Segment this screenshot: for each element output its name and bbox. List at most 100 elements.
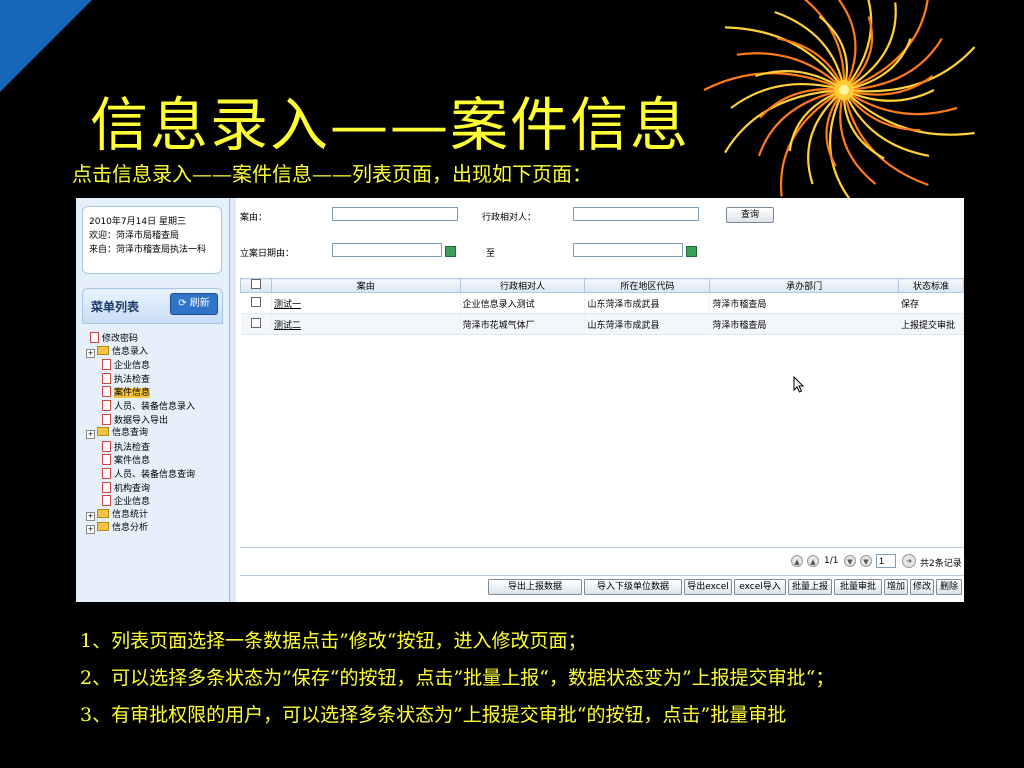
expand-toggle-icon[interactable]: + xyxy=(86,348,95,358)
page-icon xyxy=(102,372,111,384)
menu-item[interactable]: + 信息录入 xyxy=(86,345,195,360)
date-from-input[interactable] xyxy=(332,243,442,257)
folder-icon xyxy=(97,508,109,518)
next-page-icon[interactable]: ▼ xyxy=(844,555,856,567)
row-checkbox[interactable] xyxy=(250,296,261,307)
col-header-status[interactable]: 状态标准 xyxy=(897,278,964,293)
page-icon xyxy=(90,332,99,343)
party-label: 行政相对人： xyxy=(482,213,537,223)
table-row[interactable]: 测试二 菏泽市花城气体厂 山东菏泽市成武县 菏泽市稽查局 上报提交审批 xyxy=(240,313,964,335)
action-button[interactable]: 增加 xyxy=(884,579,908,595)
menu-item-label: 执法检查 xyxy=(114,374,151,385)
note-1: 1、列表页面选择一条数据点击”修改“按钮，进入修改页面； xyxy=(80,630,587,652)
mouse-cursor-icon xyxy=(793,376,805,393)
slide-subtitle: 点击信息录入——案件信息——列表页面，出现如下页面： xyxy=(72,162,592,186)
case-link[interactable]: 测试二 xyxy=(274,321,301,331)
page-icon xyxy=(102,440,111,452)
select-all-checkbox[interactable] xyxy=(250,279,261,289)
party-cell: 企业信息录入测试 xyxy=(460,292,586,314)
menu-item-label: 数据导入导出 xyxy=(114,415,169,426)
folder-icon xyxy=(97,345,109,355)
menu-item[interactable]: 案件信息 xyxy=(86,386,195,400)
menu-item[interactable]: 数据导入导出 xyxy=(86,413,195,428)
menu-item[interactable]: 执法检查 xyxy=(86,372,195,387)
menu-item[interactable]: + 信息分析 xyxy=(86,522,195,536)
note-2: 2、可以选择多条状态为”保存“的按钮，点击”批量上报“，数据状态变为”上报提交审… xyxy=(80,667,835,689)
case-label: 案由： xyxy=(240,213,268,223)
calendar-icon[interactable] xyxy=(445,246,456,257)
calendar-icon[interactable] xyxy=(686,246,697,257)
expand-toggle-icon[interactable]: + xyxy=(86,511,95,521)
action-button[interactable]: 导出上报数据 xyxy=(488,579,582,595)
main-panel: 案由： 行政相对人： 查询 立案日期由： 至 案由 行政相对人 所在地区代码 承… xyxy=(236,198,964,602)
menu-item-label: 案件信息 xyxy=(114,388,151,399)
menu-item-label: 信息录入 xyxy=(112,346,149,357)
action-button[interactable]: 批量审批 xyxy=(834,579,882,595)
col-header-dept[interactable]: 承办部门 xyxy=(709,278,899,293)
menu-header: 菜单列表 ⟳ 刷新 xyxy=(82,288,223,324)
left-panel: 2010年7月14日 星期三 欢迎：菏泽市局稽查局 来自：菏泽市稽查局执法一科 … xyxy=(76,198,230,602)
menu-item-label: 案件信息 xyxy=(114,456,151,467)
status-cell: 上报提交审批 xyxy=(898,313,964,335)
page-icon xyxy=(102,399,111,411)
expand-toggle-icon[interactable]: + xyxy=(86,525,95,535)
menu-item[interactable]: + 信息统计 xyxy=(86,508,195,523)
slide-title: 信息录入——案件信息 xyxy=(90,91,691,159)
refresh-button[interactable]: ⟳ 刷新 xyxy=(170,293,218,315)
table-row[interactable]: 测试一 企业信息录入测试 山东菏泽市成武县 菏泽市稽查局 保存 xyxy=(240,292,964,314)
menu-item[interactable]: 人员、装备信息录入 xyxy=(86,399,196,414)
first-page-icon[interactable]: ▲ xyxy=(791,555,803,567)
col-header-case[interactable]: 案由 xyxy=(270,278,461,293)
action-button[interactable]: excel导入 xyxy=(734,579,786,595)
page-icon xyxy=(102,467,111,479)
menu-item-label: 信息查询 xyxy=(112,428,149,439)
last-page-icon[interactable]: ▼ xyxy=(860,555,872,567)
menu-item[interactable]: 人员、装备信息查询 xyxy=(86,467,196,482)
from-text: 来自：菏泽市稽查局执法一科 xyxy=(89,245,207,255)
prev-page-icon[interactable]: ▲ xyxy=(807,555,819,567)
date-to-input[interactable] xyxy=(573,243,683,257)
action-button[interactable]: 修改 xyxy=(910,579,934,595)
case-input[interactable] xyxy=(332,207,458,221)
action-button[interactable]: 删除 xyxy=(936,579,962,595)
col-header-party[interactable]: 行政相对人 xyxy=(459,278,586,293)
region-cell: 山东菏泽市成武县 xyxy=(584,292,711,314)
app-screenshot: 2010年7月14日 星期三 欢迎：菏泽市局稽查局 来自：菏泽市稽查局执法一科 … xyxy=(76,198,964,602)
menu-item-label: 人员、装备信息录入 xyxy=(114,401,196,412)
menu-item-label: 企业信息 xyxy=(114,497,151,508)
action-button[interactable]: 批量上报 xyxy=(788,579,832,595)
menu-item-label: 信息分析 xyxy=(112,523,149,534)
row-select-cell xyxy=(240,313,272,335)
menu-item[interactable]: 案件信息 xyxy=(86,454,195,468)
pagination-bar: ▲ ▲ 1/1 ▼ ▼ ➜ 共2条记录 xyxy=(240,547,964,574)
case-link[interactable]: 测试一 xyxy=(274,300,301,310)
action-button[interactable]: 导出excel xyxy=(684,579,732,595)
menu-item[interactable]: + 信息查询 xyxy=(86,427,195,441)
page-icon xyxy=(102,386,111,398)
expand-toggle-icon[interactable]: + xyxy=(86,430,95,440)
row-select-cell xyxy=(240,292,272,314)
col-header-region[interactable]: 所在地区代码 xyxy=(584,278,711,293)
case-table: 案由 行政相对人 所在地区代码 承办部门 状态标准 测试一 企业信息录入测试 山… xyxy=(240,278,964,335)
query-button[interactable]: 查询 xyxy=(726,207,774,223)
date-to-label: 至 xyxy=(486,249,496,259)
menu-item-label: 人员、装备信息查询 xyxy=(114,469,196,480)
menu-item[interactable]: 企业信息 xyxy=(86,495,195,509)
dept-cell: 菏泽市稽查局 xyxy=(709,313,899,335)
folder-icon xyxy=(97,427,109,437)
action-button[interactable]: 导入下级单位数据 xyxy=(584,579,682,595)
go-page-icon[interactable]: ➜ xyxy=(902,554,916,568)
user-info-box: 2010年7月14日 星期三 欢迎：菏泽市局稽查局 来自：菏泽市稽查局执法一科 xyxy=(82,206,222,274)
select-all-header xyxy=(240,278,272,293)
menu-item[interactable]: 修改密码 xyxy=(86,332,195,346)
menu-item[interactable]: 企业信息 xyxy=(86,359,195,373)
date-from-label: 立案日期由： xyxy=(240,249,295,259)
menu-item-label: 执法检查 xyxy=(114,442,151,453)
menu-item[interactable]: 执法检查 xyxy=(86,440,195,455)
instruction-notes: 1、列表页面选择一条数据点击”修改“按钮，进入修改页面； 2、可以选择多条状态为… xyxy=(80,628,960,739)
page-number-input[interactable] xyxy=(876,554,896,568)
party-input[interactable] xyxy=(573,207,699,221)
firework-ray xyxy=(730,82,845,109)
menu-item[interactable]: 机构查询 xyxy=(86,481,195,496)
row-checkbox[interactable] xyxy=(250,317,261,328)
